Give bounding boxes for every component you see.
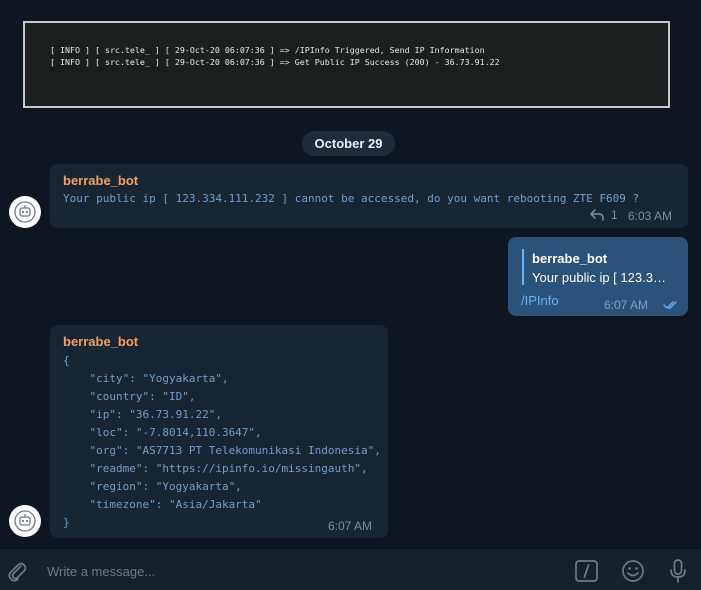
code-line: }	[63, 516, 70, 529]
log-line: [ INFO ] [ src.tele_ ] [ 29-Oct-20 06:07…	[50, 57, 500, 67]
bot-avatar[interactable]	[9, 505, 41, 537]
message-text: Your public ip [ 123.334.111.232 ] canno…	[63, 192, 640, 205]
double-check-icon	[663, 301, 677, 309]
emoji-icon[interactable]	[621, 559, 645, 583]
code-line: "city": "Yogyakarta",	[63, 372, 229, 385]
reply-counter[interactable]: 1	[590, 208, 618, 222]
code-line: {	[63, 354, 70, 367]
message-bubble[interactable]: berrabe_bot { "city": "Yogyakarta", "cou…	[50, 325, 388, 538]
message-input[interactable]	[47, 560, 547, 582]
reply-arrow-icon	[590, 209, 604, 221]
message-bubble[interactable]: berrabe_bot Your public ip [ 123.334.111…	[50, 164, 688, 228]
code-line: "country": "ID",	[63, 390, 196, 403]
message-time: 6:07 AM	[604, 298, 649, 312]
sender-name[interactable]: berrabe_bot	[63, 173, 138, 188]
robot-icon	[14, 510, 36, 532]
log-panel: [ INFO ] [ src.tele_ ] [ 29-Oct-20 06:07…	[23, 21, 670, 108]
code-line: "ip": "36.73.91.22",	[63, 408, 222, 421]
message-time: 6:07 AM	[328, 519, 373, 533]
code-line: "timezone": "Asia/Jakarta"	[63, 498, 262, 511]
bot-avatar[interactable]	[9, 196, 41, 228]
message-bubble-outgoing[interactable]: berrabe_bot Your public ip [ 123.3… /IPI…	[508, 237, 688, 316]
slash-command-icon[interactable]	[575, 560, 598, 582]
robot-icon	[14, 201, 36, 223]
code-line: "region": "Yogyakarta",	[63, 480, 242, 493]
message-composer	[0, 548, 701, 590]
paperclip-icon[interactable]	[5, 559, 29, 583]
reply-quote-name: berrabe_bot	[532, 251, 608, 266]
reply-count: 1	[611, 208, 618, 222]
message-time: 6:03 AM	[628, 209, 673, 223]
sender-name[interactable]: berrabe_bot	[63, 334, 138, 349]
code-line: "loc": "-7.8014,110.3647",	[63, 426, 262, 439]
log-line: [ INFO ] [ src.tele_ ] [ 29-Oct-20 06:07…	[50, 45, 485, 55]
command-link[interactable]: /IPInfo	[521, 293, 559, 308]
microphone-icon[interactable]	[668, 558, 688, 584]
reply-quote[interactable]: berrabe_bot Your public ip [ 123.3…	[522, 249, 677, 285]
code-line: "readme": "https://ipinfo.io/missingauth…	[63, 462, 368, 475]
date-separator[interactable]: October 29	[302, 131, 395, 156]
reply-quote-text: Your public ip [ 123.3…	[532, 270, 666, 285]
code-line: "org": "AS7713 PT Telekomunikasi Indones…	[63, 444, 381, 457]
